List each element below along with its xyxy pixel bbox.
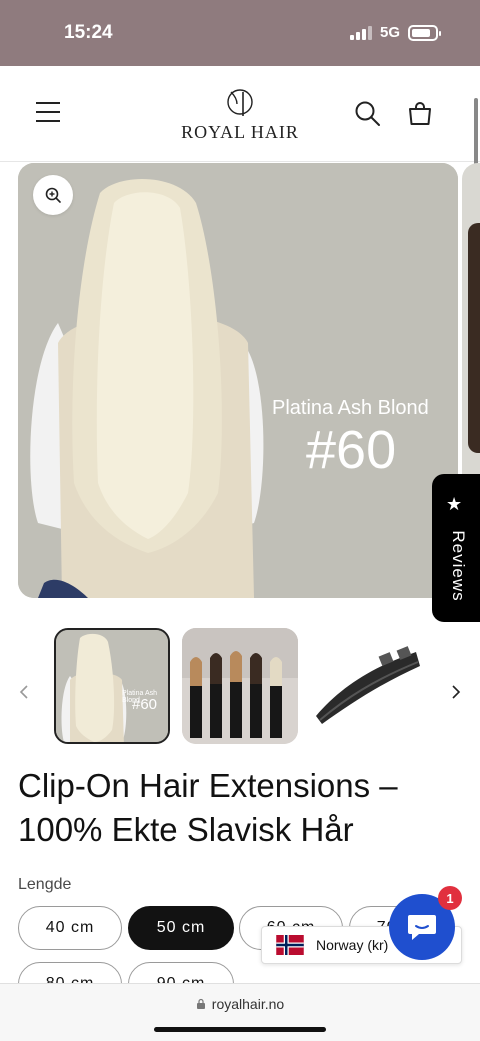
reviews-tab[interactable]: ★ Reviews (432, 474, 480, 622)
thumbnail-1[interactable]: Platina Ash Blond #60 (54, 628, 170, 744)
status-bar: 15:24 5G (0, 0, 480, 66)
search-button[interactable] (354, 100, 382, 128)
thumbnail-prev-button[interactable] (14, 680, 34, 704)
home-indicator (154, 1027, 326, 1032)
thumbnail-image (310, 628, 426, 744)
battery-icon (408, 24, 441, 41)
url-display[interactable]: royalhair.no (0, 996, 480, 1012)
product-title: Clip-On Hair Extensions – 100% Ekte Slav… (18, 767, 398, 848)
reviews-label: Reviews (449, 530, 468, 602)
cart-icon (409, 102, 431, 125)
cart-button[interactable] (406, 100, 434, 128)
search-icon (355, 101, 380, 126)
menu-button[interactable] (36, 102, 62, 124)
thumbnail-image (56, 630, 168, 742)
length-option-50[interactable]: 50 cm (128, 906, 234, 950)
site-header: ROYAL HAIR (0, 66, 480, 162)
browser-address-bar[interactable]: royalhair.no (0, 983, 480, 1041)
zoom-button[interactable] (33, 175, 73, 215)
thumbnail-2[interactable] (182, 628, 298, 744)
norway-flag-icon (276, 935, 304, 955)
status-time: 15:24 (64, 22, 113, 43)
thumbnail-3[interactable] (310, 628, 426, 744)
image-color-code: #60 (306, 420, 397, 480)
thumbnail-next-button[interactable] (446, 680, 466, 704)
product-main-image[interactable] (18, 163, 458, 598)
url-text: royalhair.no (211, 996, 285, 1012)
chat-unread-badge: 1 (438, 886, 462, 910)
thumbnail-1-code: #60 (132, 696, 158, 713)
signal-icon (349, 25, 372, 40)
logo-mark-icon (227, 89, 253, 116)
logo[interactable]: ROYAL HAIR (170, 86, 310, 143)
logo-text: ROYAL HAIR (181, 122, 299, 142)
length-option-40[interactable]: 40 cm (18, 906, 122, 950)
length-option-label: Lengde (18, 876, 72, 893)
hair-model-image (18, 163, 458, 598)
zoom-in-icon (45, 187, 61, 203)
chevron-left-icon (19, 685, 28, 699)
chat-icon (408, 915, 436, 940)
thumbnail-image (182, 628, 298, 744)
region-country: Norway (kr) (316, 937, 389, 953)
star-icon: ★ (446, 494, 463, 514)
status-indicators: 5G (349, 24, 441, 41)
network-type: 5G (379, 24, 400, 41)
chevron-right-icon (452, 685, 461, 699)
image-color-label: Platina Ash Blond (272, 397, 429, 419)
lock-icon (196, 998, 205, 1009)
